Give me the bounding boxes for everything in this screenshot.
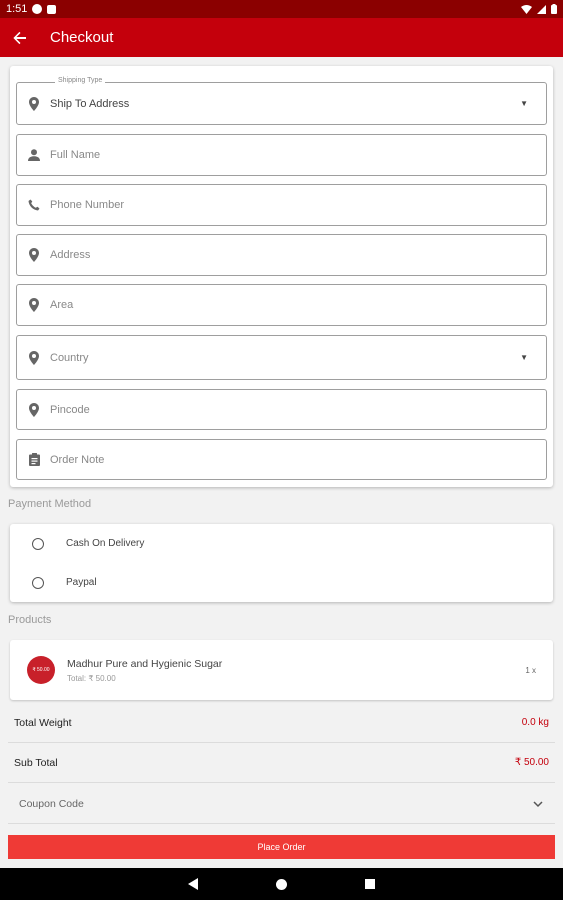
page-title: Checkout <box>50 29 114 46</box>
product-item[interactable]: ₹ 50.00 Madhur Pure and Hygienic Sugar T… <box>10 640 553 700</box>
phone-icon <box>18 199 50 211</box>
radio-button[interactable] <box>32 537 44 550</box>
address-field[interactable]: Address <box>16 234 547 276</box>
phone-number-field[interactable]: Phone Number <box>16 184 547 226</box>
payment-method-card: Cash On Delivery Paypal <box>10 524 553 602</box>
status-time: 1:51 <box>6 3 28 15</box>
arrow-left-icon <box>13 31 26 44</box>
total-weight-label: Total Weight <box>14 716 72 729</box>
nav-recents-icon[interactable] <box>365 879 375 889</box>
shipping-type-select[interactable]: Shipping Type Ship To Address ▼ <box>16 77 547 125</box>
place-order-button[interactable]: Place Order <box>8 835 555 859</box>
system-nav-bar <box>0 868 563 900</box>
product-total: Total: ₹ 50.00 <box>67 673 116 683</box>
payment-option-paypal[interactable]: Paypal <box>10 563 553 602</box>
country-placeholder: Country <box>50 351 89 364</box>
shipping-type-label: Shipping Type <box>55 77 106 84</box>
sd-card-icon <box>47 4 57 14</box>
location-pin-icon <box>18 248 50 262</box>
sub-total-value: ₹ 50.00 <box>514 757 549 768</box>
product-thumb-price: ₹ 50.00 <box>32 667 50 673</box>
clipboard-icon <box>18 453 50 466</box>
country-select[interactable]: Country ▼ <box>16 335 547 380</box>
location-pin-icon <box>18 402 50 417</box>
nav-back-icon[interactable] <box>188 878 198 890</box>
total-weight-row: Total Weight 0.0 kg <box>8 703 555 743</box>
total-weight-value: 0.0 kg <box>521 717 549 728</box>
back-button[interactable] <box>0 18 40 57</box>
payment-option-cod[interactable]: Cash On Delivery <box>10 524 553 563</box>
pincode-placeholder: Pincode <box>50 403 90 416</box>
person-icon <box>18 149 50 161</box>
order-note-field[interactable]: Order Note <box>16 439 547 480</box>
area-placeholder: Area <box>50 299 74 311</box>
signal-icon <box>537 4 546 14</box>
sub-total-label: Sub Total <box>14 756 58 769</box>
location-pin-icon <box>18 350 50 365</box>
status-bar: 1:51 <box>0 0 563 18</box>
order-note-placeholder: Order Note <box>50 453 105 466</box>
payment-option-label: Paypal <box>66 577 97 588</box>
area-field[interactable]: Area <box>16 284 547 326</box>
address-placeholder: Address <box>50 249 91 261</box>
notification-icon <box>32 4 43 14</box>
battery-icon <box>551 4 557 14</box>
payment-option-label: Cash On Delivery <box>66 538 145 549</box>
app-bar: Checkout <box>0 18 563 57</box>
phone-number-placeholder: Phone Number <box>50 199 124 211</box>
product-thumbnail: ₹ 50.00 <box>27 656 55 684</box>
product-name: Madhur Pure and Hygienic Sugar <box>67 657 223 670</box>
payment-method-heading: Payment Method <box>8 498 92 510</box>
coupon-code-label: Coupon Code <box>19 797 84 810</box>
wifi-icon <box>521 4 532 14</box>
coupon-code-row[interactable]: Coupon Code <box>8 784 555 824</box>
full-name-field[interactable]: Full Name <box>16 134 547 176</box>
pincode-field[interactable]: Pincode <box>16 389 547 430</box>
product-quantity: 1 x <box>525 665 536 675</box>
dropdown-caret-icon: ▼ <box>520 353 528 362</box>
sub-total-row: Sub Total ₹ 50.00 <box>8 743 555 783</box>
products-heading: Products <box>8 614 52 626</box>
full-name-placeholder: Full Name <box>50 149 101 161</box>
shipping-type-value: Ship To Address <box>50 97 130 110</box>
dropdown-caret-icon: ▼ <box>520 99 528 108</box>
shipping-form-card: Shipping Type Ship To Address ▼ Full Nam… <box>10 66 553 487</box>
nav-home-icon[interactable] <box>276 878 287 890</box>
radio-button[interactable] <box>32 576 44 589</box>
location-pin-icon <box>18 96 50 111</box>
location-pin-icon <box>18 298 50 312</box>
chevron-down-icon <box>533 795 543 813</box>
